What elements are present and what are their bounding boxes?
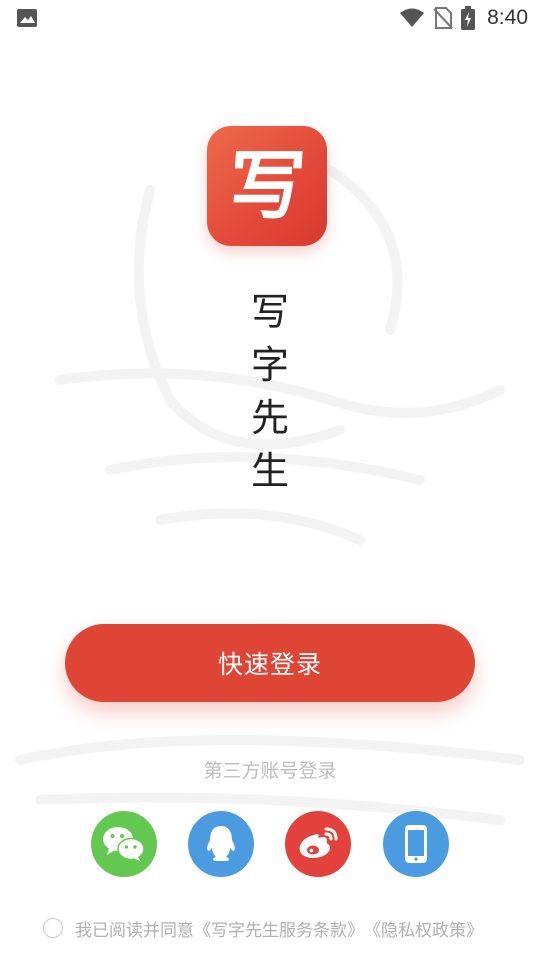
qq-icon [207,826,235,861]
app-title-char: 生 [250,449,289,493]
battery-charging-icon [461,6,476,30]
weibo-icon [299,827,338,859]
quick-login-button[interactable]: 快速登录 [65,624,475,702]
app-logo-icon: 写 [207,126,327,246]
wechat-login-button[interactable] [91,811,157,877]
logo-character: 写 [225,141,309,230]
terms-of-service-link[interactable]: 《写字先生服务条款》 [194,916,364,941]
agreement-prefix: 我已阅读并同意 [75,920,194,941]
agreement-row: 我已阅读并同意 《写字先生服务条款》 《隐私权政策》 [43,914,483,942]
app-title-char: 先 [250,396,289,440]
status-time: 8:40 [487,6,528,29]
app-title: 写 字 先 生 [240,286,300,498]
agree-checkbox[interactable] [43,918,63,938]
qq-login-button[interactable] [188,811,254,877]
wechat-icon [103,827,145,862]
image-icon [17,9,37,27]
wifi-icon [400,8,425,27]
phone-login-button[interactable] [383,811,449,877]
app-title-char: 字 [250,343,289,387]
third-party-login-label: 第三方账号登录 [203,760,337,782]
no-sim-icon [433,7,453,29]
third-party-login-options [0,811,540,877]
app-title-char: 写 [250,290,289,334]
weibo-login-button[interactable] [285,811,351,877]
privacy-policy-link[interactable]: 《隐私权政策》 [364,916,483,941]
status-bar: 8:40 [0,0,540,36]
phone-icon [405,825,427,863]
